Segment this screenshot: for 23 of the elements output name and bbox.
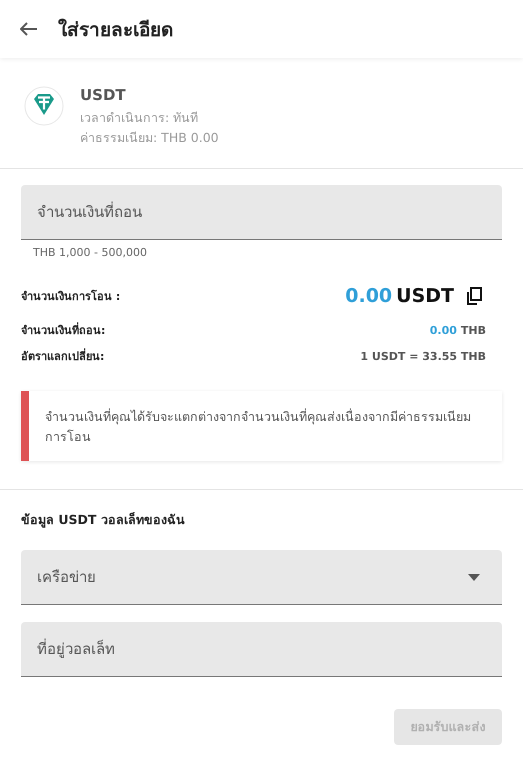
exchange-rate-value: 1 USDT = 33.55 THB: [360, 350, 486, 362]
withdraw-amount-label: จำนวนเงินที่ถอน:: [21, 321, 106, 339]
wallet-section-heading: ข้อมูล USDT วอลเล็ทของฉัน: [21, 511, 186, 530]
fee-notice: จำนวนเงินที่คุณได้รับจะแตกต่างจากจำนวนเงินที่คุณส่งเนื่องจากมีค่าธรรมเนียมการโอน: [21, 391, 502, 461]
exchange-rate-label: อัตราแลกเปลี่ยน:: [21, 347, 104, 365]
wallet-address-input-field[interactable]: ที่อยู่วอลเล็ท: [21, 622, 502, 677]
transfer-amount-unit: USDT: [396, 285, 454, 307]
transfer-amount-value: 0.00: [345, 285, 392, 307]
amount-range-hint: THB 1,000 - 500,000: [32, 245, 148, 259]
coin-logo-icon: [24, 86, 64, 126]
back-button[interactable]: [20, 22, 38, 36]
amount-input-field[interactable]: จำนวนเงินที่ถอน: [21, 185, 502, 240]
dropdown-caret-icon: [468, 574, 480, 580]
page-title: ใส่รายละเอียด: [58, 18, 173, 43]
withdraw-amount-value: 0.00: [430, 324, 457, 336]
network-select-field[interactable]: เครือข่าย: [21, 550, 502, 605]
copy-icon[interactable]: [466, 287, 482, 305]
coin-name: USDT: [80, 86, 127, 104]
withdraw-amount-unit: THB: [460, 324, 486, 336]
fee-text: ค่าธรรมเนียม: THB 0.00: [80, 129, 219, 147]
back-arrow-icon: [20, 22, 38, 36]
processing-time: เวลาดำเนินการ: ทันที: [80, 109, 200, 127]
transfer-amount-label: จำนวนเงินการโอน :: [21, 288, 120, 305]
